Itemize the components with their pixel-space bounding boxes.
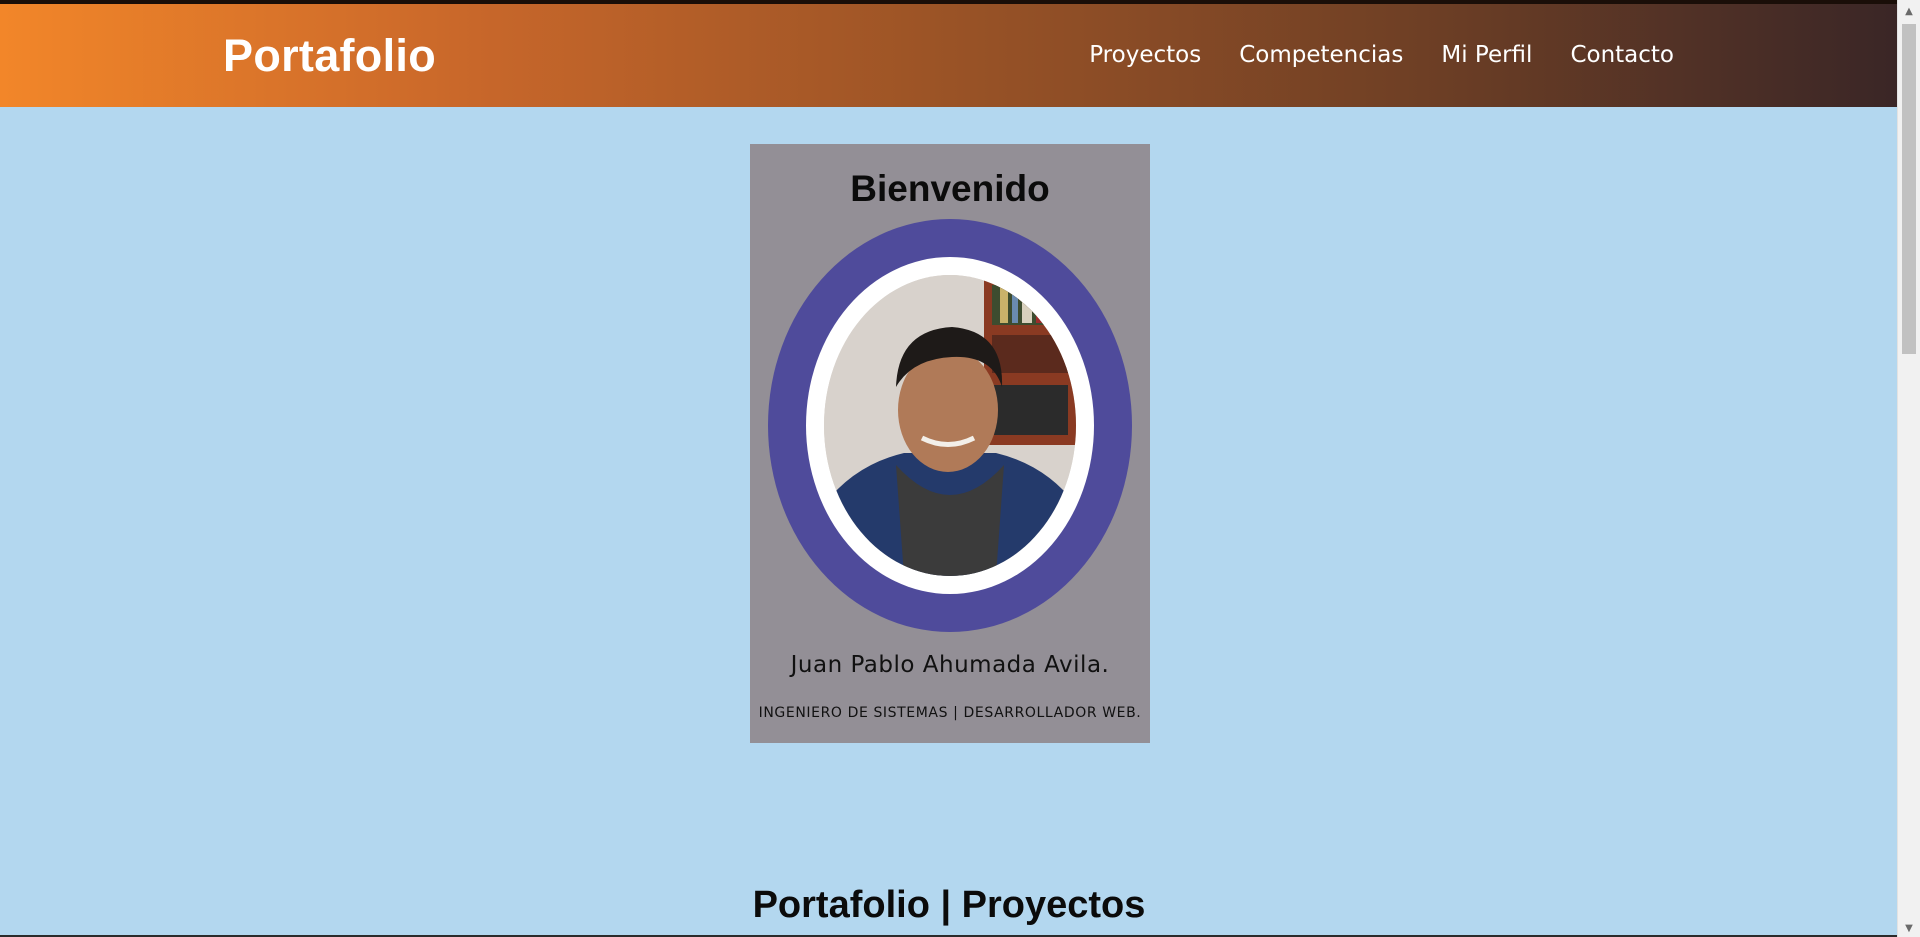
scroll-down-arrow-icon[interactable]: ▼ [1898, 921, 1920, 937]
nav-link-competencias[interactable]: Competencias [1239, 40, 1403, 70]
page: Portafolio Proyectos Competencias Mi Per… [0, 0, 1920, 937]
avatar-ring [768, 219, 1132, 632]
welcome-title: Bienvenido [850, 168, 1050, 209]
main-nav: Proyectos Competencias Mi Perfil Contact… [1089, 40, 1674, 70]
vertical-scrollbar[interactable]: ▲ ▼ [1897, 0, 1920, 937]
profile-photo [824, 275, 1076, 576]
scrollbar-thumb[interactable] [1902, 24, 1916, 354]
nav-link-proyectos[interactable]: Proyectos [1089, 40, 1201, 70]
brand-logo[interactable]: Portafolio [223, 28, 436, 84]
profile-card: Bienvenido Juan Pablo Ahumada Avila. ING… [750, 144, 1150, 743]
site-header: Portafolio Proyectos Competencias Mi Per… [0, 4, 1898, 107]
projects-section-title: Portafolio | Proyectos [752, 883, 1146, 926]
profile-role: INGENIERO DE SISTEMAS | DESARROLLADOR WE… [758, 705, 1142, 721]
profile-name: Juan Pablo Ahumada Avila. [790, 652, 1110, 678]
profile-photo-illustration [824, 275, 1076, 576]
scroll-up-arrow-icon[interactable]: ▲ [1898, 4, 1920, 20]
nav-link-mi-perfil[interactable]: Mi Perfil [1441, 40, 1532, 70]
nav-link-contacto[interactable]: Contacto [1570, 40, 1674, 70]
avatar-frame [806, 257, 1094, 594]
